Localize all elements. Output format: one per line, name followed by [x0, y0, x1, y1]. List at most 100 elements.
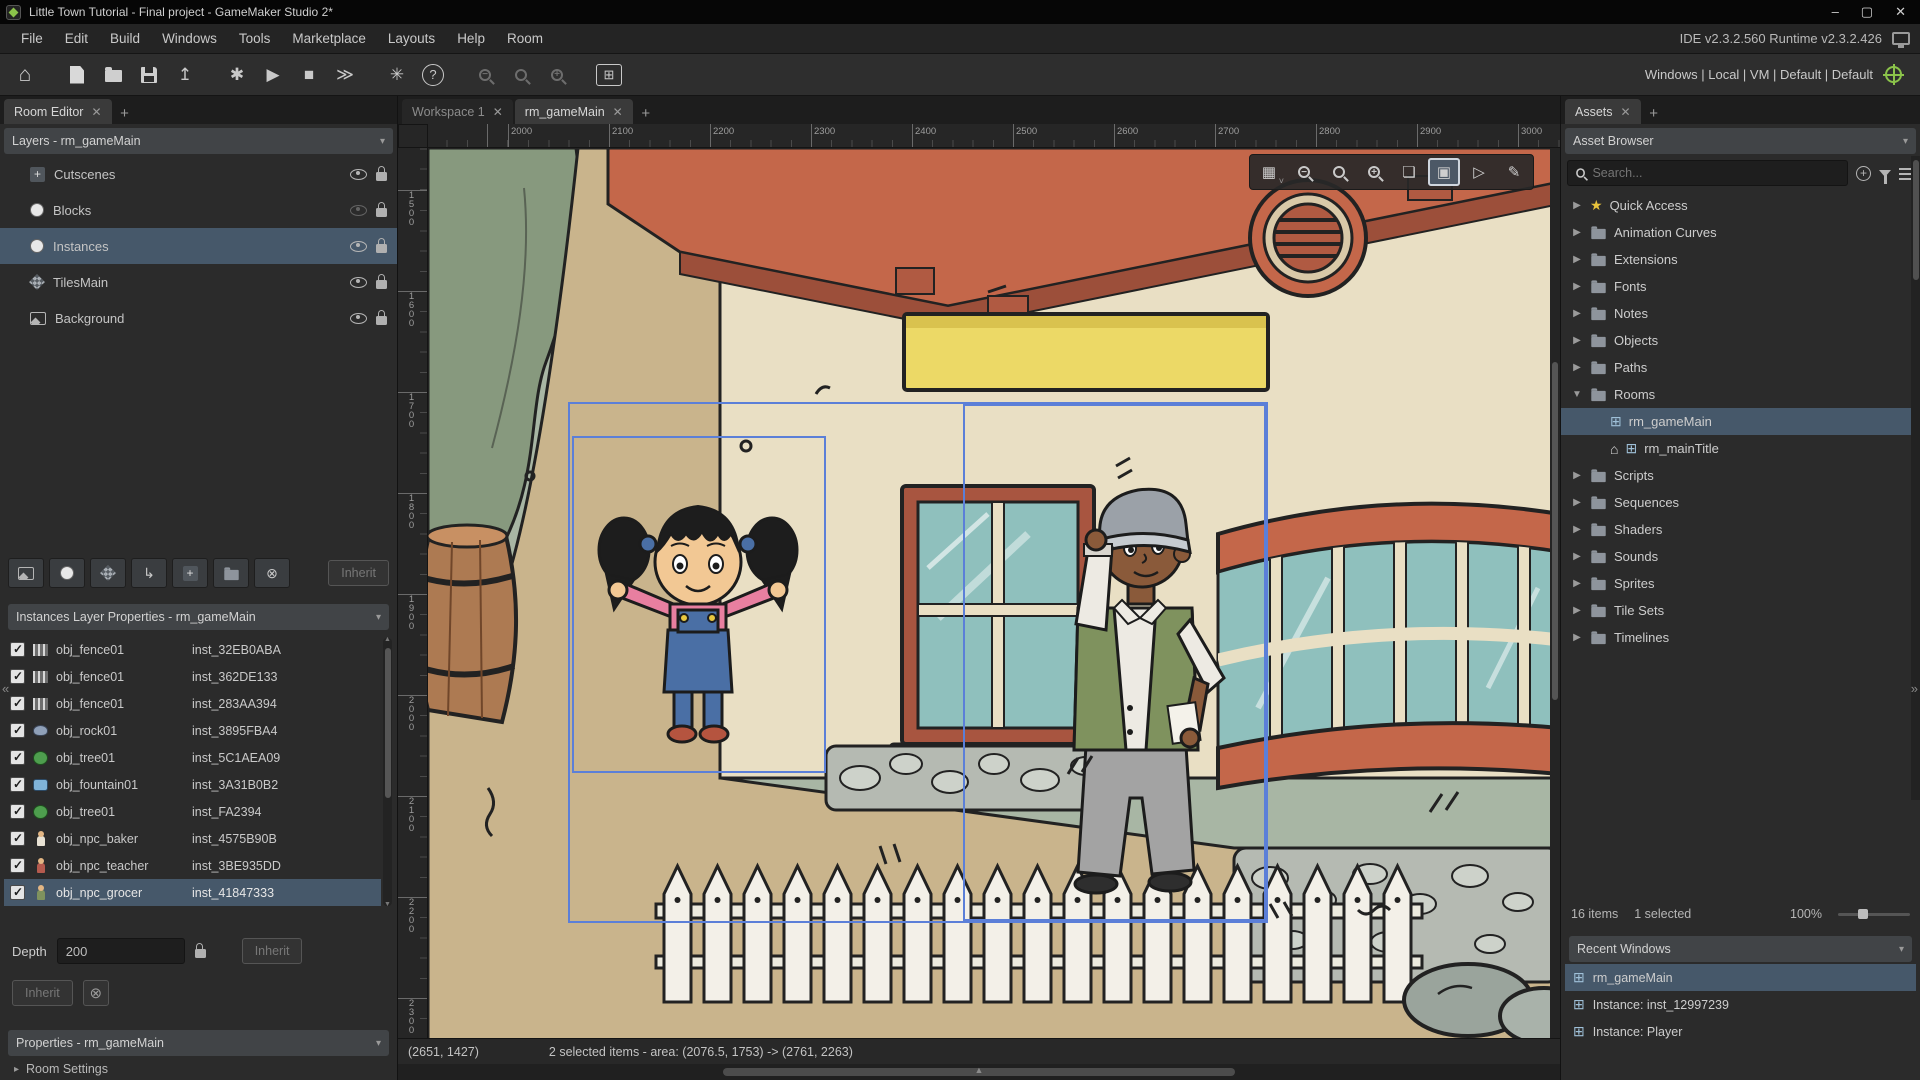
chevron-right-icon[interactable]: ▶ — [1571, 362, 1583, 373]
chevron-right-icon[interactable]: ▶ — [1571, 335, 1583, 346]
chevron-right-icon[interactable]: ▶ — [1571, 524, 1583, 535]
tab-room-editor[interactable]: Room Editor ✕ — [4, 99, 112, 124]
clear-inherit-button[interactable]: ⊗ — [82, 980, 109, 1006]
checkbox-checked[interactable] — [10, 669, 25, 684]
collapse-left-panel-handle[interactable]: « — [2, 681, 9, 696]
room-settings-section[interactable]: ▸ Room Settings — [14, 1062, 108, 1076]
chevron-down-icon[interactable]: ▼ — [1571, 389, 1583, 400]
menu-file[interactable]: File — [10, 26, 54, 51]
asset-tree-item-notes[interactable]: ▶ Notes — [1561, 300, 1920, 327]
asset-tree-item-fonts[interactable]: ▶ Fonts — [1561, 273, 1920, 300]
add-tab-button[interactable]: + — [635, 102, 657, 124]
visibility-eye-icon[interactable] — [350, 204, 367, 216]
chevron-right-icon[interactable]: ▶ — [1571, 551, 1583, 562]
tab-assets[interactable]: Assets ✕ — [1565, 99, 1641, 124]
help-button[interactable]: ? — [422, 63, 444, 86]
chevron-right-icon[interactable]: ▶ — [1571, 605, 1583, 616]
delete-layer-button[interactable]: ⊗ — [254, 558, 290, 588]
visibility-eye-icon[interactable] — [350, 168, 367, 180]
instance-row[interactable]: obj_rock01 inst_3895FBA4 — [4, 717, 381, 744]
debug-button[interactable]: ✱ — [220, 59, 254, 91]
tab-close-icon[interactable]: ✕ — [1621, 105, 1631, 119]
tab-workspace-1[interactable]: Workspace 1 ✕ — [402, 99, 513, 124]
region-select-button[interactable]: ▣ — [1428, 158, 1460, 186]
lock-icon[interactable] — [376, 166, 387, 181]
instances-properties-header[interactable]: Instances Layer Properties - rm_gameMain… — [8, 604, 389, 630]
checkbox-checked[interactable] — [10, 750, 25, 765]
asset-tree-item-sprites[interactable]: ▶ Sprites — [1561, 570, 1920, 597]
search-input[interactable] — [1592, 166, 1840, 180]
instance-row[interactable]: obj_fence01 inst_362DE133 — [4, 663, 381, 690]
asset-tree-item-quick-access[interactable]: ▶ ★ Quick Access — [1561, 192, 1920, 219]
lock-icon[interactable] — [376, 310, 387, 325]
tab-rm_gamemain[interactable]: rm_gameMain ✕ — [514, 99, 633, 124]
checkbox-checked[interactable] — [10, 831, 25, 846]
checkbox-checked[interactable] — [10, 885, 25, 900]
layer-row-instances[interactable]: Instances — [0, 228, 397, 264]
layer-row-blocks[interactable]: Blocks — [0, 192, 397, 228]
filter-icon[interactable] — [1879, 169, 1891, 184]
minimize-button[interactable]: – — [1832, 4, 1839, 20]
asset-tree-item-paths[interactable]: ▶ Paths — [1561, 354, 1920, 381]
zoom-in-toolbar-button[interactable]: + — [540, 59, 574, 91]
add-asset-layer-button[interactable]: + — [172, 558, 208, 588]
instance-row[interactable]: obj_fence01 inst_283AA394 — [4, 690, 381, 717]
save-project-button[interactable] — [132, 59, 166, 91]
chevron-right-icon[interactable]: ▶ — [1571, 632, 1583, 643]
checkbox-checked[interactable] — [10, 777, 25, 792]
menu-help[interactable]: Help — [446, 26, 496, 51]
clean-button[interactable]: ≫ — [328, 59, 362, 91]
depth-input[interactable] — [56, 938, 185, 964]
build-targets-label[interactable]: Windows | Local | VM | Default | Default — [1645, 67, 1873, 82]
room-properties-header[interactable]: Properties - rm_gameMain ▾ — [8, 1030, 389, 1056]
add-path-layer-button[interactable]: ↳ — [131, 558, 167, 588]
run-button[interactable]: ▶ — [256, 59, 290, 91]
menu-edit[interactable]: Edit — [54, 26, 99, 51]
recent-window-item[interactable]: ⊞ Instance: Player — [1565, 1018, 1916, 1045]
asset-tree-item-rm-gamemain[interactable]: ⊞ rm_gameMain — [1561, 408, 1920, 435]
fit-view-button[interactable]: ❏ — [1393, 158, 1425, 186]
asset-tree-item-timelines[interactable]: ▶ Timelines — [1561, 624, 1920, 651]
recent-windows-header[interactable]: Recent Windows ▾ — [1569, 936, 1912, 962]
lock-icon[interactable] — [376, 238, 387, 253]
zoom-reset-toolbar-button[interactable] — [504, 59, 538, 91]
checkbox-checked[interactable] — [10, 723, 25, 738]
tree-zoom-slider[interactable] — [1838, 908, 1910, 919]
recent-window-item[interactable]: ⊞ rm_gameMain — [1565, 964, 1916, 991]
tab-close-icon[interactable]: ✕ — [613, 105, 623, 119]
chevron-right-icon[interactable]: ▶ — [1571, 254, 1583, 265]
add-asset-button[interactable]: + — [1856, 165, 1871, 181]
barrel[interactable] — [428, 523, 518, 725]
chevron-right-icon[interactable]: ▶ — [1571, 227, 1583, 238]
chevron-right-icon[interactable]: ▶ — [1571, 497, 1583, 508]
asset-tree-item-sequences[interactable]: ▶ Sequences — [1561, 489, 1920, 516]
lock-icon[interactable] — [194, 943, 206, 958]
canvas-horizontal-scrollbar[interactable]: ▲ — [398, 1064, 1560, 1080]
lock-icon[interactable] — [376, 202, 387, 217]
asset-browser-header[interactable]: Asset Browser ▾ — [1565, 128, 1916, 154]
maximize-button[interactable]: ▢ — [1861, 4, 1873, 20]
menu-room[interactable]: Room — [496, 26, 554, 51]
layer-row-cutscenes[interactable]: + Cutscenes — [0, 156, 397, 192]
windowed-grid-button[interactable]: ⊞ — [596, 63, 622, 86]
menu-layouts[interactable]: Layouts — [377, 26, 446, 51]
chevron-right-icon[interactable]: ▶ — [1571, 200, 1583, 211]
instance-row[interactable]: obj_npc_grocer inst_41847333 — [4, 879, 381, 906]
canvas-vertical-scrollbar[interactable] — [1550, 148, 1560, 1038]
tab-close-icon[interactable]: ✕ — [91, 105, 101, 119]
layer-row-tilesmain[interactable]: TilesMain — [0, 264, 397, 300]
instance-row[interactable]: obj_npc_baker inst_4575B90B — [4, 825, 381, 852]
menu-tools[interactable]: Tools — [228, 26, 282, 51]
paint-mode-button[interactable]: ✎ — [1498, 158, 1530, 186]
zoom-out-button[interactable]: − — [1288, 158, 1320, 186]
stop-button[interactable]: ■ — [292, 59, 326, 91]
layer-inherit-button[interactable]: Inherit — [12, 980, 73, 1006]
monitor-icon[interactable] — [1892, 32, 1910, 48]
assets-scrollbar[interactable] — [1911, 156, 1920, 800]
checkbox-checked[interactable] — [10, 804, 25, 819]
instance-row[interactable]: obj_fence01 inst_32EB0ABA — [4, 636, 381, 663]
checkbox-checked[interactable] — [10, 642, 25, 657]
lock-icon[interactable] — [376, 274, 387, 289]
asset-tree-item-rooms[interactable]: ▼ Rooms — [1561, 381, 1920, 408]
asset-tree-item-tile-sets[interactable]: ▶ Tile Sets — [1561, 597, 1920, 624]
